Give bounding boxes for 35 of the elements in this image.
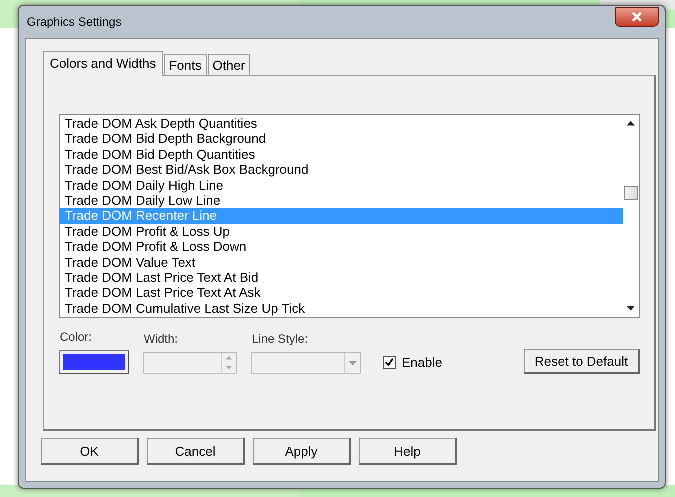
dialog-button[interactable]: Help [359, 438, 457, 465]
up-arrow-icon [226, 356, 232, 360]
reset-button[interactable]: Reset to Default [524, 349, 640, 374]
up-arrow-icon [627, 121, 635, 126]
list-item[interactable]: Trade DOM Last Price Text At Ask [60, 285, 623, 301]
tab[interactable]: Fonts [164, 54, 207, 75]
width-label: Width: [143, 332, 180, 346]
enable-checkbox[interactable] [383, 356, 396, 368]
dialog-button[interactable]: OK [41, 438, 139, 465]
list-item[interactable]: Trade DOM Last Price Text At Bid [60, 270, 623, 286]
list-item[interactable]: Trade DOM Daily Low Line [60, 192, 623, 208]
color-label: Color: [59, 330, 94, 344]
down-arrow-icon [226, 366, 232, 370]
close-button[interactable] [615, 7, 659, 27]
list-item[interactable]: Trade DOM Daily High Line [60, 178, 623, 193]
list-item[interactable]: Trade DOM Cumulative Last Size Up Tick [60, 300, 623, 316]
scroll-thumb[interactable] [624, 186, 638, 200]
line-style-label: Line Style: [251, 332, 310, 346]
list-item[interactable]: Trade DOM Bid Depth Background [60, 131, 623, 147]
list-item[interactable]: Trade DOM Profit & Loss Up [60, 224, 623, 240]
enable-label: Enable [402, 354, 442, 370]
list-item[interactable]: Trade DOM Profit & Loss Down [60, 239, 623, 255]
list-item[interactable]: Trade DOM Value Text [60, 254, 623, 270]
color-button[interactable] [59, 350, 129, 374]
tab[interactable]: Other [208, 54, 250, 75]
caret-icon [348, 360, 356, 366]
close-icon [631, 12, 643, 22]
list-item[interactable]: Trade DOM Bid Depth Quantities [60, 146, 623, 162]
list-item[interactable]: Trade DOM Best Bid/Ask Box Background [60, 162, 623, 178]
list-item[interactable]: Trade DOM Ask Depth Quantities [60, 116, 623, 132]
tab[interactable]: Colors and Widths [43, 51, 164, 76]
down-arrow-icon [627, 306, 635, 311]
dialog-button[interactable]: Cancel [147, 438, 245, 465]
dialog-button[interactable]: Apply [253, 438, 351, 465]
window-title: Graphics Settings [26, 15, 122, 29]
